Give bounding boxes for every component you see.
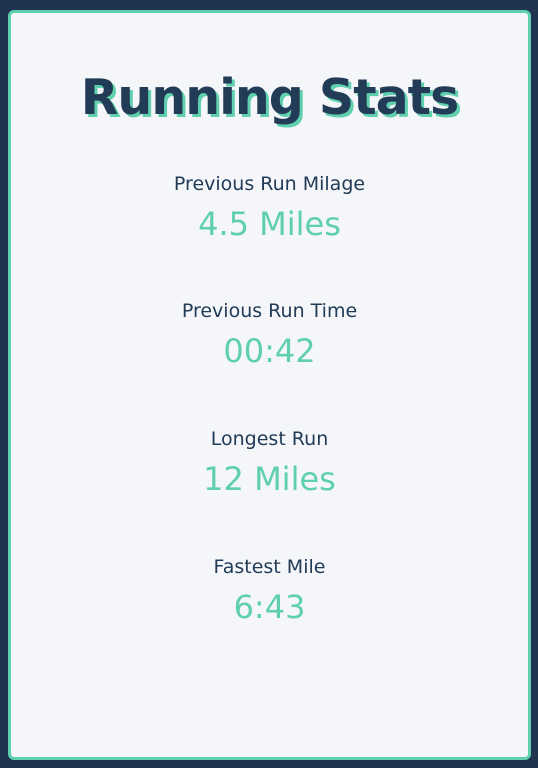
stat-longest-run: Longest Run 12 Miles xyxy=(11,427,528,499)
stat-label: Fastest Mile xyxy=(213,556,326,578)
stat-previous-run-time: Previous Run Time 00:42 xyxy=(11,299,528,371)
stat-value: 6:43 xyxy=(233,588,306,626)
stat-label: Previous Run Time xyxy=(181,300,358,322)
stat-value: 12 Miles xyxy=(203,460,336,498)
stat-label: Longest Run xyxy=(210,428,329,450)
stat-fastest-mile: Fastest Mile 6:43 xyxy=(11,555,528,627)
stat-value: 00:42 xyxy=(223,332,316,370)
stat-label: Previous Run Milage xyxy=(173,173,366,195)
stat-previous-run-milage: Previous Run Milage 4.5 Miles xyxy=(11,172,528,244)
page-title: Running Stats xyxy=(80,69,460,126)
stat-value: 4.5 Miles xyxy=(198,205,341,243)
running-stats-card: Running Stats Previous Run Milage 4.5 Mi… xyxy=(8,10,531,760)
